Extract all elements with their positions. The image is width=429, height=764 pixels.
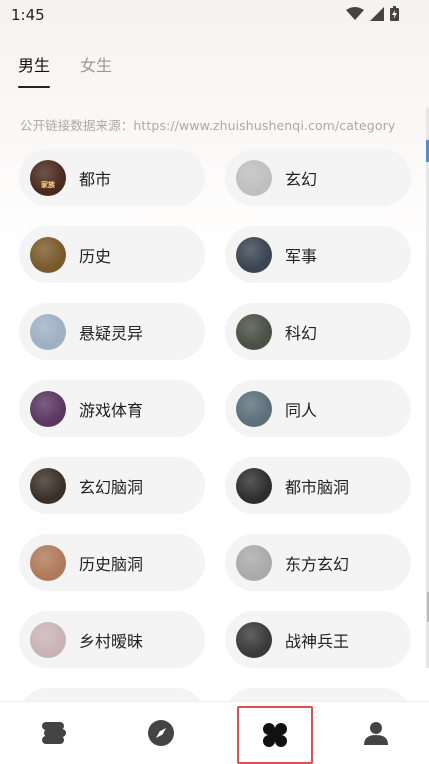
category-item[interactable]: 玄幻 [225, 149, 411, 206]
nav-category[interactable] [237, 706, 313, 764]
thumbnail-caption: 家族 [41, 180, 55, 189]
wifi-icon [346, 6, 364, 20]
category-cover-thumbnail [236, 544, 272, 581]
category-item[interactable]: 游戏体育 [19, 380, 205, 437]
category-grid: 家族 都市 玄幻历史 军事悬疑灵异 科幻游戏体育 同人玄幻脑洞 都市脑洞历史脑洞 东方玄幻乡村… [19, 149, 411, 668]
data-source-text: 公开链接数据来源：https://www.zhuishushenqi.com/c… [20, 118, 396, 133]
category-label: 玄幻 [285, 169, 318, 189]
category-item[interactable]: 家族 都市 [19, 149, 205, 206]
tab-female[interactable]: 女生 [80, 52, 112, 76]
category-label: 东方玄幻 [285, 554, 350, 574]
category-label: 都市 [79, 169, 112, 189]
status-bar: 1:45 [0, 0, 429, 30]
category-item[interactable]: 同人 [225, 380, 411, 437]
category-item[interactable]: 都市脑洞 [225, 457, 411, 514]
status-icons [346, 6, 399, 21]
compass-icon [147, 719, 174, 746]
category-label: 乡村暧昧 [79, 631, 144, 651]
category-cover-thumbnail [236, 467, 272, 504]
status-time: 1:45 [11, 6, 45, 24]
category-item[interactable]: 战神兵王 [225, 611, 411, 668]
category-item[interactable]: 科幻 [225, 303, 411, 360]
nav-bookshelf[interactable] [0, 702, 107, 763]
category-label: 科幻 [285, 323, 318, 343]
category-cover-thumbnail: 家族 [30, 159, 66, 196]
category-label: 历史脑洞 [79, 554, 144, 574]
category-item[interactable]: 历史脑洞 [19, 534, 205, 591]
category-cover-thumbnail [236, 390, 272, 427]
category-label: 玄幻脑洞 [79, 477, 144, 497]
category-item[interactable]: 军事 [225, 226, 411, 283]
bottom-navigation [0, 702, 429, 764]
category-label: 游戏体育 [79, 400, 144, 420]
tab-male[interactable]: 男生 [18, 52, 51, 88]
battery-icon [390, 6, 399, 21]
category-label: 战神兵王 [285, 631, 350, 651]
nav-discover[interactable] [107, 702, 214, 763]
category-clover-icon [263, 723, 287, 747]
category-item[interactable]: 悬疑灵异 [19, 303, 205, 360]
category-label: 历史 [79, 246, 112, 266]
category-cover-thumbnail [30, 467, 66, 504]
category-cover-thumbnail [236, 236, 272, 273]
category-item[interactable]: 乡村暧昧 [19, 611, 205, 668]
category-cover-thumbnail [236, 159, 272, 196]
category-item[interactable]: 东方玄幻 [225, 534, 411, 591]
category-cover-thumbnail [30, 544, 66, 581]
signal-icon [370, 6, 384, 21]
bookshelf-icon [41, 721, 66, 744]
category-item[interactable]: 玄幻脑洞 [19, 457, 205, 514]
category-cover-thumbnail [236, 313, 272, 350]
category-cover-thumbnail [30, 313, 66, 350]
nav-profile[interactable] [322, 702, 429, 763]
category-cover-thumbnail [30, 390, 66, 427]
category-cover-thumbnail [236, 621, 272, 658]
category-cover-thumbnail [30, 621, 66, 658]
category-label: 军事 [285, 246, 318, 266]
category-cover-thumbnail [30, 236, 66, 273]
category-label: 都市脑洞 [285, 477, 350, 497]
category-item[interactable]: 历史 [19, 226, 205, 283]
category-label: 同人 [285, 400, 318, 420]
gender-tabs: 男生 女生 [18, 52, 112, 88]
profile-icon [363, 721, 388, 745]
category-label: 悬疑灵异 [79, 323, 144, 343]
